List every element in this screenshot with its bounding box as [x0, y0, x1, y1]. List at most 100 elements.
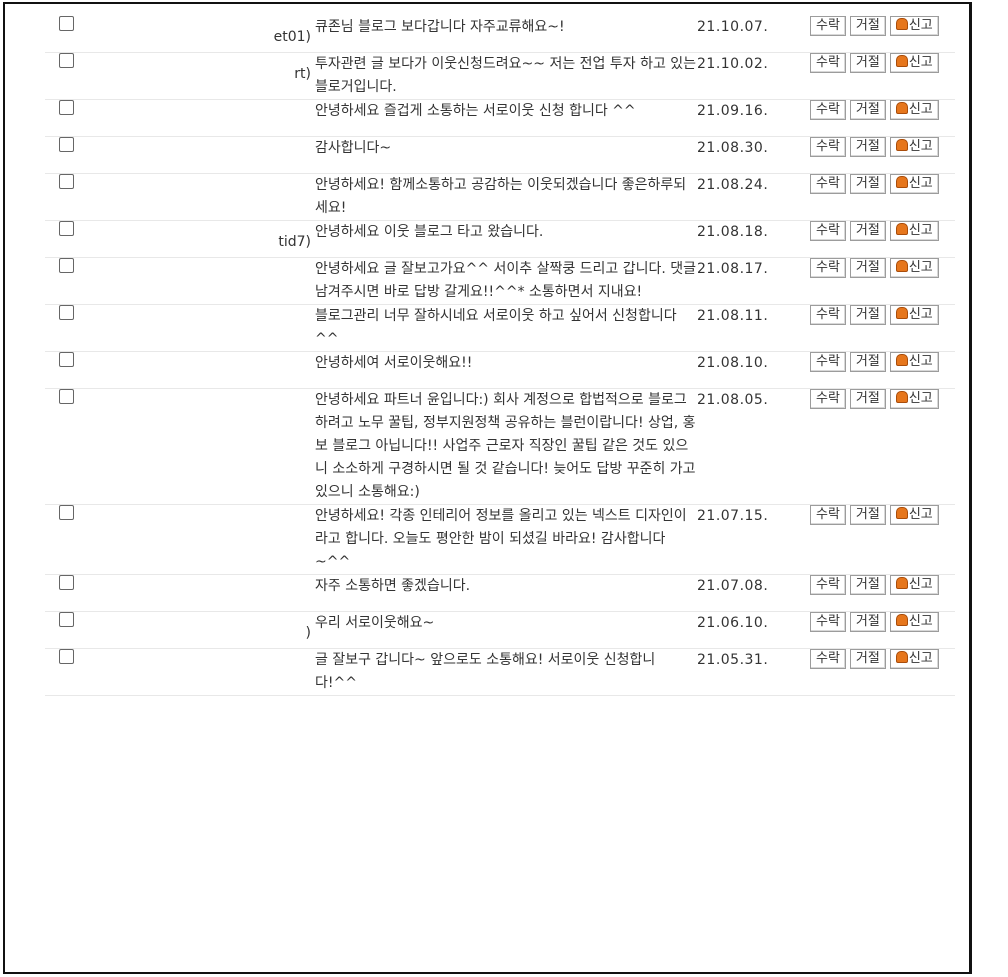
requester-name[interactable]	[103, 187, 315, 210]
siren-icon	[895, 391, 908, 403]
reject-button[interactable]: 거절	[849, 305, 886, 325]
requester-name[interactable]: rt)	[103, 66, 315, 89]
request-row: ) 우리 서로이웃해요~ 21.06.10. 수락 거절 신고	[45, 611, 955, 649]
report-button[interactable]: 신고	[889, 174, 939, 194]
reject-button[interactable]: 거절	[849, 575, 886, 595]
report-button[interactable]: 신고	[889, 137, 939, 157]
reject-button[interactable]: 거절	[849, 649, 886, 669]
report-button[interactable]: 신고	[889, 352, 939, 372]
accept-button[interactable]: 수락	[810, 505, 846, 525]
reject-button[interactable]: 거절	[849, 221, 886, 241]
requester-name[interactable]: et01)	[103, 29, 315, 52]
reject-button[interactable]: 거절	[849, 258, 886, 278]
accept-button[interactable]: 수락	[810, 53, 846, 73]
reject-button[interactable]: 거절	[849, 612, 886, 632]
row-checkbox[interactable]	[59, 612, 74, 627]
row-select-cell	[45, 257, 103, 305]
requester-name[interactable]	[103, 662, 315, 685]
accept-button[interactable]: 수락	[810, 612, 846, 632]
reject-button[interactable]: 거절	[849, 16, 886, 36]
row-checkbox[interactable]	[59, 389, 74, 404]
report-button[interactable]: 신고	[889, 16, 939, 36]
row-select-cell	[45, 304, 103, 352]
requester-name[interactable]	[103, 518, 315, 541]
report-button[interactable]: 신고	[889, 53, 939, 73]
report-button[interactable]: 신고	[889, 575, 939, 595]
accept-button[interactable]: 수락	[810, 389, 846, 409]
report-button[interactable]: 신고	[889, 221, 939, 241]
reject-button[interactable]: 거절	[849, 505, 886, 525]
row-select-cell	[45, 611, 103, 649]
reject-button[interactable]: 거절	[849, 389, 886, 409]
reject-button[interactable]: 거절	[849, 137, 886, 157]
accept-button[interactable]: 수락	[810, 16, 846, 36]
row-checkbox[interactable]	[59, 53, 74, 68]
requester-id: rt)	[294, 66, 311, 82]
report-label: 신고	[908, 507, 933, 522]
accept-button[interactable]: 수락	[810, 258, 846, 278]
neighbor-request-panel: et01) 큐존님 블로그 보다갑니다 자주교류해요~! 21.10.07. 수…	[3, 2, 972, 974]
report-button[interactable]: 신고	[889, 505, 939, 525]
requester-name[interactable]	[103, 588, 315, 611]
accept-button[interactable]: 수락	[810, 352, 846, 372]
accept-button[interactable]: 수락	[810, 174, 846, 194]
message-cell: 우리 서로이웃해요~	[315, 611, 697, 649]
row-checkbox[interactable]	[59, 100, 74, 115]
reject-button[interactable]: 거절	[849, 174, 886, 194]
row-checkbox[interactable]	[59, 258, 74, 273]
row-checkbox[interactable]	[59, 221, 74, 236]
accept-button[interactable]: 수락	[810, 575, 846, 595]
row-checkbox[interactable]	[59, 352, 74, 367]
row-checkbox[interactable]	[59, 575, 74, 590]
accept-button[interactable]: 수락	[810, 305, 846, 325]
message-cell: 안녕하세요 즐겁게 소통하는 서로이웃 신청 합니다 ^^	[315, 99, 697, 137]
requester-name[interactable]: )	[103, 625, 315, 648]
request-date: 21.10.07.	[697, 16, 810, 53]
request-message: 안녕하세요 파트너 윤입니다:) 회사 계정으로 합법적으로 블로그 하려고 노…	[315, 392, 696, 500]
row-checkbox[interactable]	[59, 16, 74, 31]
accept-button[interactable]: 수락	[810, 137, 846, 157]
request-message: 글 잘보구 갑니다~ 앞으로도 소통해요! 서로이웃 신청합니다!^^	[315, 652, 656, 691]
message-cell: 안녕하세요! 각종 인테리어 정보를 올리고 있는 넥스트 디자인이라고 합니다…	[315, 504, 697, 575]
request-row: 안녕하세요! 각종 인테리어 정보를 올리고 있는 넥스트 디자인이라고 합니다…	[45, 504, 955, 575]
report-button[interactable]: 신고	[889, 649, 939, 669]
report-label: 신고	[908, 307, 933, 322]
report-button[interactable]: 신고	[889, 389, 939, 409]
request-message: 자주 소통하면 좋겠습니다.	[315, 578, 471, 594]
requester-name[interactable]	[103, 271, 315, 294]
request-row: 안녕하세요 글 잘보고가요^^ 서이추 살짝쿵 드리고 갑니다. 댓글 남겨주시…	[45, 257, 955, 305]
requester-name[interactable]: tid7)	[103, 234, 315, 257]
requester-name[interactable]	[103, 402, 315, 425]
report-label: 신고	[908, 577, 933, 592]
action-cell: 수락 거절 신고	[810, 99, 955, 137]
requester-name[interactable]	[103, 318, 315, 341]
accept-button[interactable]: 수락	[810, 221, 846, 241]
row-checkbox[interactable]	[59, 505, 74, 520]
reject-button[interactable]: 거절	[849, 352, 886, 372]
report-button[interactable]: 신고	[889, 612, 939, 632]
report-label: 신고	[908, 102, 933, 117]
request-message: 감사합니다~	[315, 140, 392, 156]
requester-name[interactable]	[103, 365, 315, 388]
report-button[interactable]: 신고	[889, 305, 939, 325]
requester-cell: et01)	[103, 16, 315, 53]
reject-button[interactable]: 거절	[849, 53, 886, 73]
requester-name[interactable]	[103, 150, 315, 173]
requester-cell: rt)	[103, 52, 315, 100]
row-checkbox[interactable]	[59, 137, 74, 152]
requester-name[interactable]	[103, 113, 315, 136]
report-button[interactable]: 신고	[889, 258, 939, 278]
row-checkbox[interactable]	[59, 174, 74, 189]
row-checkbox[interactable]	[59, 649, 74, 664]
requester-cell	[103, 504, 315, 575]
request-message: 투자관련 글 보다가 이웃신청드려요~~ 저는 전업 투자 하고 있는 블로거입…	[315, 56, 697, 95]
row-checkbox[interactable]	[59, 305, 74, 320]
accept-button[interactable]: 수락	[810, 100, 846, 120]
action-cell: 수락 거절 신고	[810, 52, 955, 100]
report-button[interactable]: 신고	[889, 100, 939, 120]
request-message: 안녕하세요 즐겁게 소통하는 서로이웃 신청 합니다 ^^	[315, 103, 636, 119]
reject-button[interactable]: 거절	[849, 100, 886, 120]
report-label: 신고	[908, 139, 933, 154]
accept-button[interactable]: 수락	[810, 649, 846, 669]
requester-cell: tid7)	[103, 220, 315, 258]
